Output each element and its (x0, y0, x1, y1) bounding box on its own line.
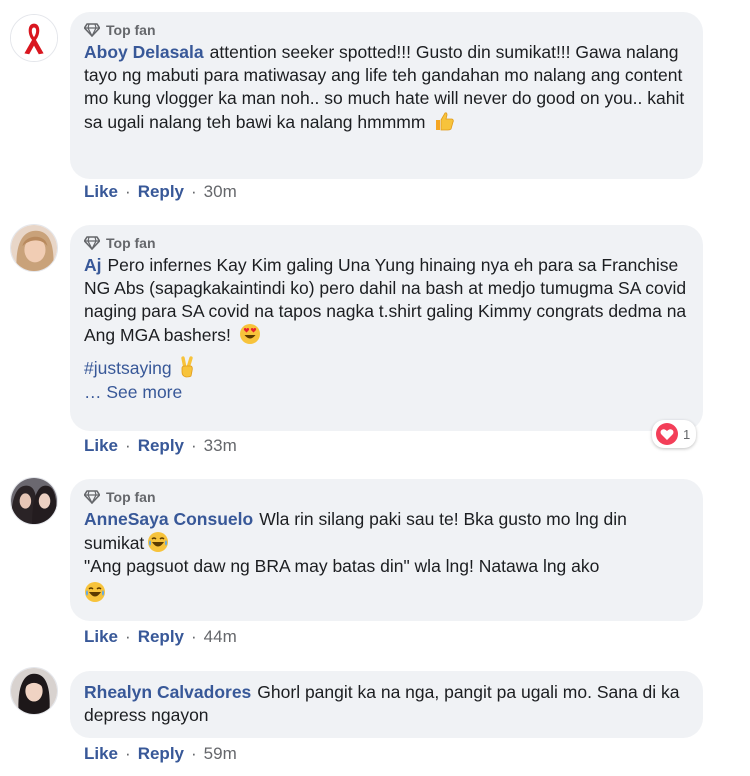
avatar[interactable] (10, 224, 58, 272)
like-link[interactable]: Like (84, 744, 118, 764)
comment-author[interactable]: Rhealyn Calvadores (84, 682, 251, 702)
user-photo-icon (11, 478, 57, 524)
reaction-count-badge[interactable]: 1 (652, 420, 697, 448)
reply-link[interactable]: Reply (138, 744, 184, 764)
avatar[interactable] (10, 667, 58, 715)
diamond-icon (84, 236, 100, 250)
victory-hand-emoji-icon (181, 356, 194, 378)
reply-link[interactable]: Reply (138, 182, 184, 202)
comment-body-line-2: "Ang pagsuot daw ng BRA may batas din" w… (84, 556, 600, 576)
comment-bubble: Top fan Aboy Delasala attention seeker sp… (70, 12, 703, 179)
user-photo-icon (11, 668, 57, 714)
separator: · (125, 182, 131, 201)
comment-text: Rhealyn Calvadores Ghorl pangit ka na nga… (84, 681, 689, 727)
top-fan-badge: Top fan (84, 233, 689, 253)
comment-actions: Like · Reply · 33m (84, 436, 237, 456)
comment-timestamp[interactable]: 33m (204, 436, 237, 456)
separator: · (125, 436, 131, 455)
heart-eyes-emoji-icon (239, 324, 260, 344)
comment-timestamp[interactable]: 44m (204, 627, 237, 647)
separator: · (191, 744, 197, 763)
love-reaction-icon (656, 423, 678, 445)
see-more-link[interactable]: … See more (84, 382, 182, 402)
separator: · (191, 627, 197, 646)
like-link[interactable]: Like (84, 627, 118, 647)
comment-text: Aboy Delasala attention seeker spotted!!!… (84, 41, 689, 134)
top-fan-badge: Top fan (84, 487, 689, 507)
comment-timestamp[interactable]: 30m (204, 182, 237, 202)
comment-body: Pero infernes Kay Kim galing Una Yung hi… (84, 255, 687, 345)
comment-text: AnneSaya Consuelo Wla rin silang paki sau… (84, 508, 689, 605)
separator: · (191, 436, 197, 455)
comment-actions: Like · Reply · 44m (84, 627, 237, 647)
comment-author[interactable]: AnneSaya Consuelo (84, 509, 253, 529)
comment-text: Aj Pero infernes Kay Kim galing Una Yung … (84, 254, 689, 347)
see-more-line: … See more (84, 381, 689, 404)
thumbs-up-emoji-icon (436, 112, 455, 131)
awareness-ribbon-icon (11, 15, 57, 61)
comment-timestamp[interactable]: 59m (204, 744, 237, 764)
laughing-crying-emoji-icon (84, 581, 106, 603)
hashtag-link[interactable]: #justsaying (84, 358, 172, 378)
hashtag-line: #justsaying (84, 356, 689, 380)
separator: · (191, 182, 197, 201)
comment-bubble: Top fan AnneSaya Consuelo Wla rin silang … (70, 479, 703, 621)
separator: · (125, 744, 131, 763)
separator: · (125, 627, 131, 646)
comment-author[interactable]: Aboy Delasala (84, 42, 204, 62)
diamond-icon (84, 490, 100, 504)
comment-actions: Like · Reply · 59m (84, 744, 237, 764)
diamond-icon (84, 23, 100, 37)
comment-bubble: Top fan Aj Pero infernes Kay Kim galing U… (70, 225, 703, 431)
laughing-crying-emoji-icon (147, 531, 169, 553)
reply-link[interactable]: Reply (138, 627, 184, 647)
like-link[interactable]: Like (84, 436, 118, 456)
comment-bubble: Rhealyn Calvadores Ghorl pangit ka na nga… (70, 671, 703, 738)
reaction-count: 1 (683, 426, 691, 442)
user-photo-icon (11, 225, 57, 271)
comment-actions: Like · Reply · 30m (84, 182, 237, 202)
top-fan-badge: Top fan (84, 20, 689, 40)
comment-author[interactable]: Aj (84, 255, 102, 275)
avatar[interactable] (10, 477, 58, 525)
avatar[interactable] (10, 14, 58, 62)
like-link[interactable]: Like (84, 182, 118, 202)
reply-link[interactable]: Reply (138, 436, 184, 456)
